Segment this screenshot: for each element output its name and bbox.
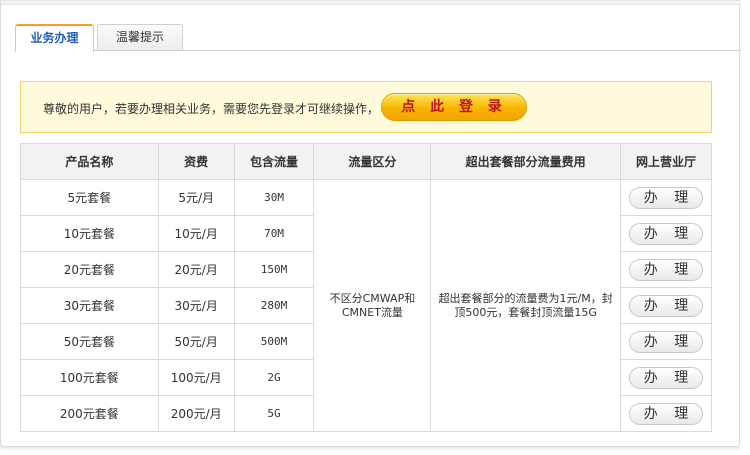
product-traffic: 30M — [233, 179, 315, 216]
main-panel: 业务办理 温馨提示 尊敬的用户，若要办理相关业务，需要您先登录才可继续操作， 点… — [0, 0, 741, 447]
action-cell: 办 理 — [620, 359, 712, 396]
product-name: 10元套餐 — [20, 215, 159, 252]
handle-button[interactable]: 办 理 — [629, 402, 703, 425]
product-name: 20元套餐 — [20, 251, 159, 288]
tab-business[interactable]: 业务办理 — [15, 24, 94, 52]
package-table: 产品名称 资费 包含流量 流量区分 超出套餐部分流量费用 网上营业厅 5元套餐 … — [20, 143, 712, 432]
handle-button[interactable]: 办 理 — [629, 366, 703, 389]
header-product-name: 产品名称 — [20, 143, 159, 180]
product-traffic: 500M — [233, 323, 315, 360]
product-name: 200元套餐 — [20, 395, 159, 432]
header-traffic: 包含流量 — [233, 143, 315, 180]
header-online-hall: 网上营业厅 — [620, 143, 712, 180]
tab-tips[interactable]: 温馨提示 — [97, 24, 183, 51]
product-price: 30元/月 — [157, 287, 235, 324]
action-cell: 办 理 — [620, 323, 712, 360]
handle-button[interactable]: 办 理 — [629, 330, 703, 353]
header-price: 资费 — [157, 143, 235, 180]
table-row: 5元套餐 5元/月 30M 不区分CMWAP和CMNET流量 超出套餐部分的流量… — [20, 179, 712, 432]
product-price: 200元/月 — [157, 395, 235, 432]
product-name: 50元套餐 — [20, 323, 159, 360]
tab-underline — [15, 50, 741, 51]
action-cell: 办 理 — [620, 287, 712, 324]
overage-fee: 超出套餐部分的流量费为1元/M，封顶500元，套餐封顶流量15G — [430, 179, 621, 432]
product-price: 100元/月 — [157, 359, 235, 396]
header-overage: 超出套餐部分流量费用 — [430, 143, 621, 180]
handle-button[interactable]: 办 理 — [629, 258, 703, 281]
product-price: 5元/月 — [157, 179, 235, 216]
product-name: 5元套餐 — [20, 179, 159, 216]
login-button[interactable]: 点 此 登 录 — [381, 93, 527, 121]
action-cell: 办 理 — [620, 251, 712, 288]
action-cell: 办 理 — [620, 395, 712, 432]
product-traffic: 5G — [233, 395, 315, 432]
product-traffic: 150M — [233, 251, 315, 288]
action-cell: 办 理 — [620, 179, 712, 216]
tab-bar: 业务办理 温馨提示 — [15, 24, 186, 52]
table-header-row: 产品名称 资费 包含流量 流量区分 超出套餐部分流量费用 网上营业厅 — [20, 143, 712, 180]
handle-button[interactable]: 办 理 — [629, 222, 703, 245]
product-traffic: 280M — [233, 287, 315, 324]
action-cell: 办 理 — [620, 215, 712, 252]
top-divider — [1, 1, 741, 5]
traffic-distinction: 不区分CMWAP和CMNET流量 — [313, 179, 432, 432]
product-traffic: 70M — [233, 215, 315, 252]
handle-button[interactable]: 办 理 — [629, 294, 703, 317]
handle-button[interactable]: 办 理 — [629, 186, 703, 209]
product-price: 20元/月 — [157, 251, 235, 288]
product-name: 100元套餐 — [20, 359, 159, 396]
product-traffic: 2G — [233, 359, 315, 396]
product-price: 10元/月 — [157, 215, 235, 252]
product-name: 30元套餐 — [20, 287, 159, 324]
notice-text: 尊敬的用户，若要办理相关业务，需要您先登录才可继续操作， — [43, 102, 380, 116]
product-price: 50元/月 — [157, 323, 235, 360]
login-notice: 尊敬的用户，若要办理相关业务，需要您先登录才可继续操作， 点 此 登 录 — [20, 81, 712, 133]
header-distinction: 流量区分 — [313, 143, 432, 180]
